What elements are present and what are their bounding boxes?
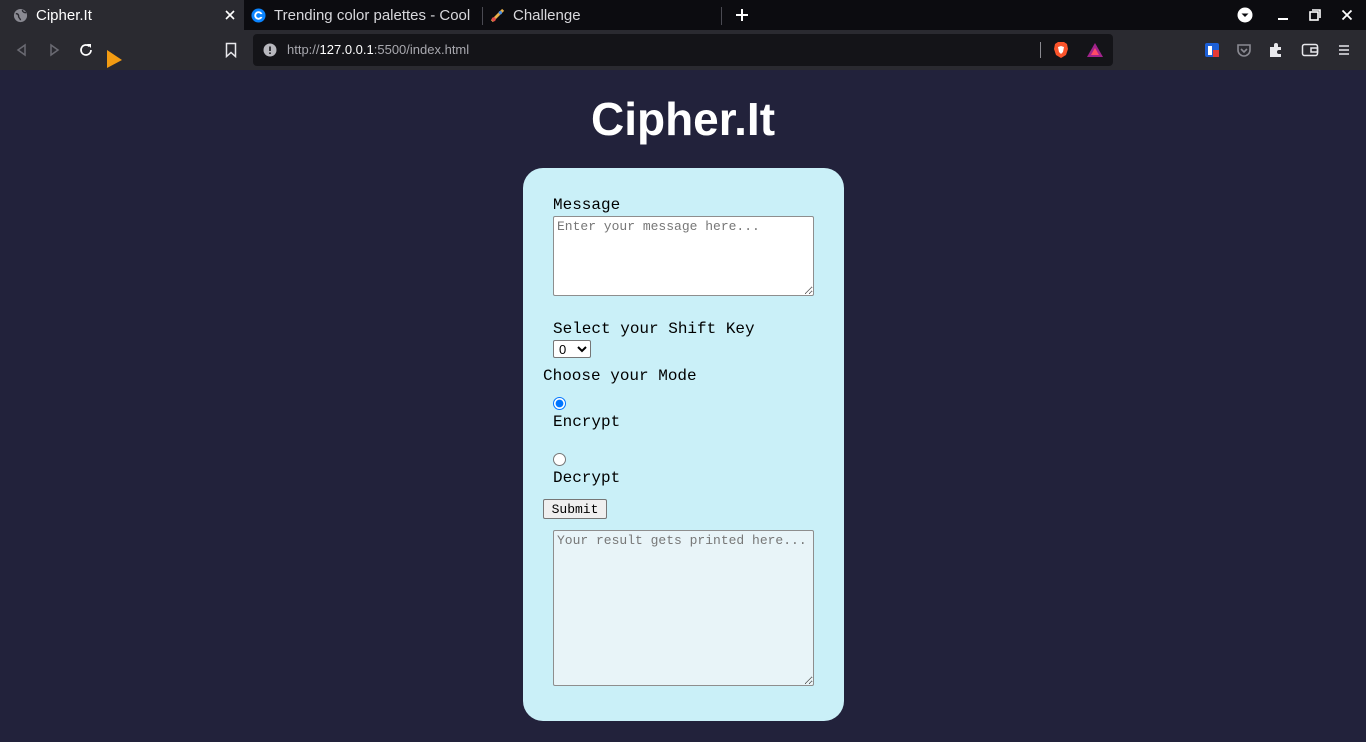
tab-label: Trending color palettes - Cool <box>274 6 471 24</box>
wallet-icon[interactable] <box>1300 40 1320 60</box>
cipher-form-card: Message Select your Shift Key 0 Choose y… <box>523 168 844 721</box>
result-output[interactable] <box>553 530 814 686</box>
browser-toolbar: http://127.0.0.1:5500/index.html <box>0 30 1366 70</box>
tab-coolors[interactable]: Trending color palettes - Cool <box>244 0 482 30</box>
decrypt-radio[interactable] <box>553 453 566 466</box>
brave-rewards-icon[interactable] <box>1086 41 1104 59</box>
tab-cipher-it[interactable]: Cipher.It <box>0 0 244 30</box>
menu-icon[interactable] <box>1334 40 1354 60</box>
pocket-icon[interactable] <box>1234 40 1254 60</box>
tab-strip: Cipher.It Trending color palettes - Cool… <box>0 0 1366 30</box>
message-label: Message <box>553 196 621 214</box>
url-text: http://127.0.0.1:5500/index.html <box>287 42 470 57</box>
message-input[interactable] <box>553 216 814 296</box>
shift-key-label: Select your Shift Key <box>553 320 755 338</box>
forward-icon[interactable] <box>44 40 64 60</box>
extensions-puzzle-icon[interactable] <box>1266 40 1286 60</box>
tab-label: Challenge <box>513 6 581 24</box>
tab-list-chevron-icon[interactable] <box>1235 5 1255 25</box>
close-tab-icon[interactable] <box>222 7 238 23</box>
shift-key-select[interactable]: 0 <box>553 340 591 358</box>
brave-shield-icon[interactable] <box>1052 41 1070 59</box>
bookmark-icon[interactable] <box>221 40 241 60</box>
address-bar[interactable]: http://127.0.0.1:5500/index.html <box>253 34 1113 66</box>
page-title: Cipher.It <box>590 93 776 145</box>
challenge-icon <box>490 8 505 23</box>
minimize-icon[interactable] <box>1273 5 1293 25</box>
url-separator <box>1040 42 1041 58</box>
tab-challenge[interactable]: Challenge <box>483 0 721 30</box>
tab-separator <box>721 7 722 25</box>
encrypt-label: Encrypt <box>553 413 621 431</box>
site-info-icon[interactable] <box>263 43 277 57</box>
extension-shield-icon[interactable] <box>1202 40 1222 60</box>
close-window-icon[interactable] <box>1337 5 1357 25</box>
decrypt-label: Decrypt <box>553 469 621 487</box>
mouse-cursor-icon <box>104 48 124 70</box>
encrypt-radio[interactable] <box>553 397 566 410</box>
reload-icon[interactable] <box>76 40 96 60</box>
tab-label: Cipher.It <box>36 6 92 24</box>
coolors-icon <box>251 7 266 23</box>
back-icon[interactable] <box>12 40 32 60</box>
mode-label: Choose your Mode <box>543 367 697 385</box>
maximize-icon[interactable] <box>1305 5 1325 25</box>
page-viewport: Cipher.It Message Select your Shift Key … <box>0 70 1366 742</box>
submit-button[interactable]: Submit <box>543 499 607 519</box>
globe-icon <box>13 8 28 23</box>
new-tab-plus-icon[interactable] <box>732 5 752 25</box>
